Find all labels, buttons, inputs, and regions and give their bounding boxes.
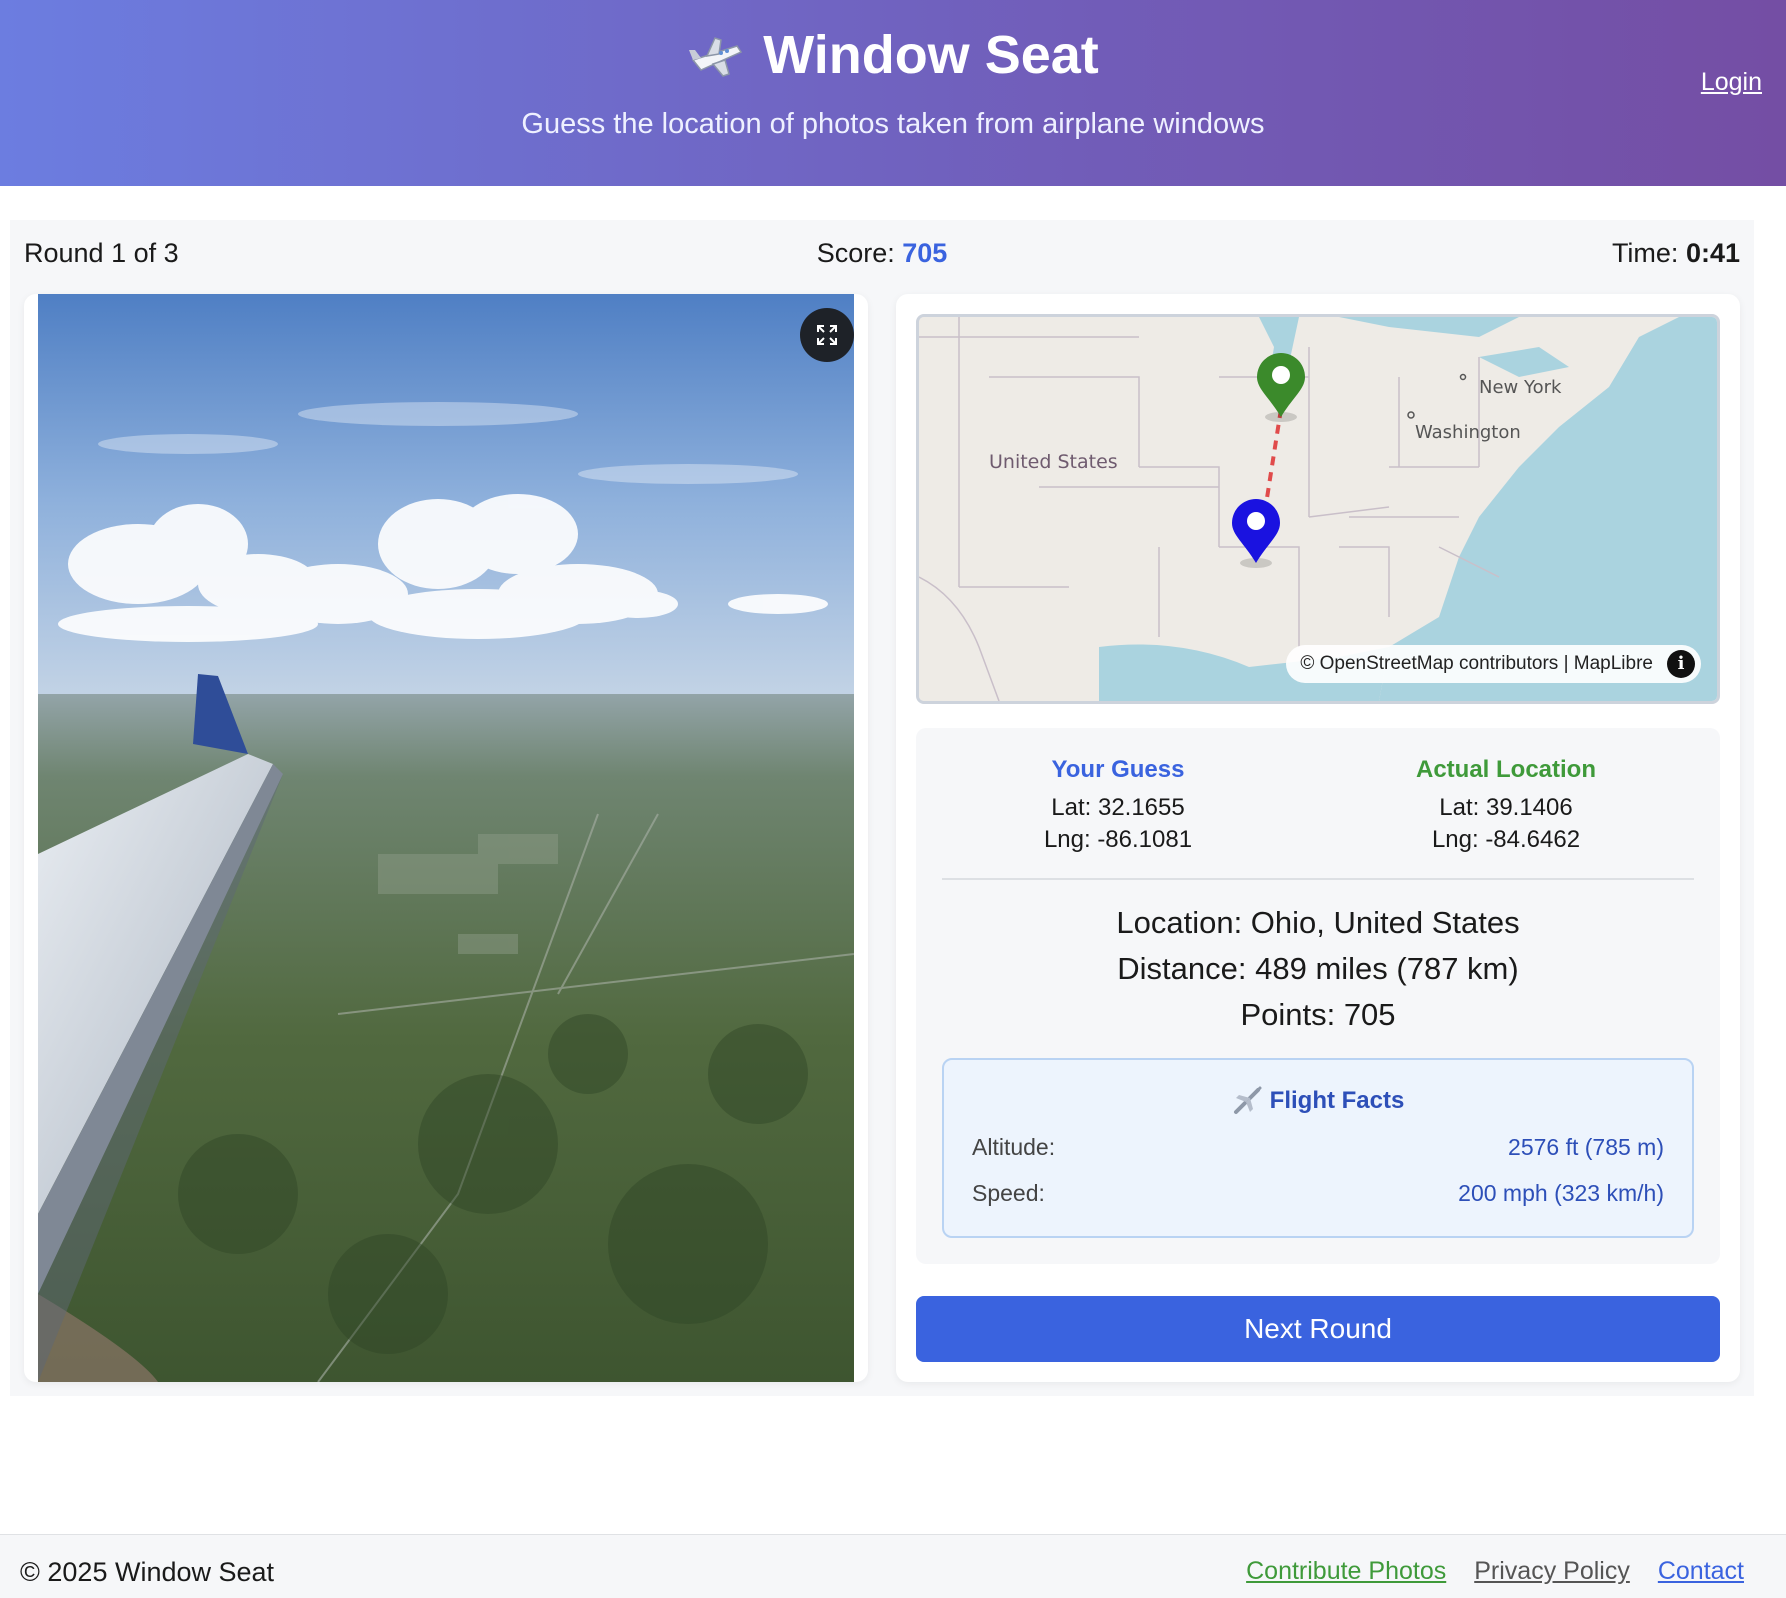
speed-label: Speed: <box>972 1180 1045 1206</box>
app-subtitle: Guess the location of photos taken from … <box>521 108 1265 140</box>
divider <box>942 878 1694 880</box>
login-link[interactable]: Login <box>1701 68 1762 97</box>
app-header: Window Seat Guess the location of photos… <box>0 0 1786 186</box>
expand-icon <box>817 325 837 345</box>
map-attribution: © OpenStreetMap contributors | MapLibre … <box>1286 645 1701 683</box>
fullscreen-button[interactable] <box>800 308 854 362</box>
speed-value: 200 mph (323 km/h) <box>1458 1180 1664 1206</box>
privacy-policy-link[interactable]: Privacy Policy <box>1474 1557 1630 1586</box>
result-card: United States New York Washington © Open… <box>896 294 1740 1382</box>
guess-lng: Lng: -86.1081 <box>1043 826 1193 853</box>
score-display: Score: 705 <box>24 238 1740 269</box>
guess-lat: Lat: 32.1655 <box>1051 794 1185 821</box>
footer-links: Contribute Photos Privacy Policy Contact <box>1246 1557 1744 1586</box>
distance-text: Distance: 489 miles (787 km) <box>1117 951 1519 986</box>
actual-lng: Lng: -84.6462 <box>1431 826 1581 853</box>
app-title: Window Seat <box>0 24 1786 86</box>
score-label: Score: <box>816 238 895 268</box>
round-summary: Location: Ohio, United States Distance: … <box>916 900 1720 1038</box>
flight-facts: Flight Facts Altitude: 2576 ft (785 m) S… <box>942 1058 1694 1238</box>
attribution-text: © OpenStreetMap contributors | MapLibre <box>1300 653 1653 674</box>
footer: © 2025 Window Seat Contribute Photos Pri… <box>0 1534 1786 1598</box>
airplane-icon <box>1233 1086 1262 1114</box>
contact-link[interactable]: Contact <box>1658 1557 1744 1586</box>
points-text: Points: 705 <box>1240 997 1396 1032</box>
timer-display: Time: 0:41 <box>1612 238 1740 269</box>
photo-card <box>24 294 868 1382</box>
flight-facts-label: Flight Facts <box>1269 1087 1405 1114</box>
actual-heading: Actual Location <box>1415 756 1596 783</box>
status-bar: Round 1 of 3 Score: 705 Time: 0:41 <box>24 238 1740 274</box>
actual-lat: Lat: 39.1406 <box>1439 794 1573 821</box>
copyright: © 2025 Window Seat <box>20 1557 275 1587</box>
altitude-row: Altitude: 2576 ft (785 m) <box>972 1134 1664 1161</box>
guess-heading: Your Guess <box>1051 756 1185 783</box>
contribute-photos-link[interactable]: Contribute Photos <box>1246 1557 1446 1586</box>
time-label: Time: <box>1611 238 1679 268</box>
actual-coordinates: Actual Location Lat: 39.1406 Lng: -84.64… <box>1316 754 1696 856</box>
airplane-window-photo <box>38 294 854 1382</box>
game-panel: Round 1 of 3 Score: 705 Time: 0:41 Unite… <box>10 220 1754 1396</box>
time-value: 0:41 <box>1685 238 1740 268</box>
app-title-text: Window Seat <box>763 25 1099 85</box>
guess-coordinates: Your Guess Lat: 32.1655 Lng: -86.1081 <box>928 754 1308 856</box>
speed-row: Speed: 200 mph (323 km/h) <box>972 1180 1664 1207</box>
altitude-label: Altitude: <box>972 1134 1056 1160</box>
score-value: 705 <box>902 238 948 268</box>
result-details: Your Guess Lat: 32.1655 Lng: -86.1081 Ac… <box>916 728 1720 1264</box>
map-label-washington: Washington <box>1415 422 1521 443</box>
info-icon[interactable]: i <box>1667 650 1695 678</box>
airplane-icon <box>689 37 743 77</box>
map-label-new-york: New York <box>1479 377 1562 398</box>
location-text: Location: Ohio, United States <box>1116 905 1520 940</box>
altitude-value: 2576 ft (785 m) <box>1508 1134 1664 1160</box>
flight-facts-title: Flight Facts <box>944 1086 1692 1116</box>
next-round-button[interactable]: Next Round <box>916 1296 1720 1362</box>
map-label-country: United States <box>989 451 1118 473</box>
result-map[interactable]: United States New York Washington © Open… <box>916 314 1720 704</box>
